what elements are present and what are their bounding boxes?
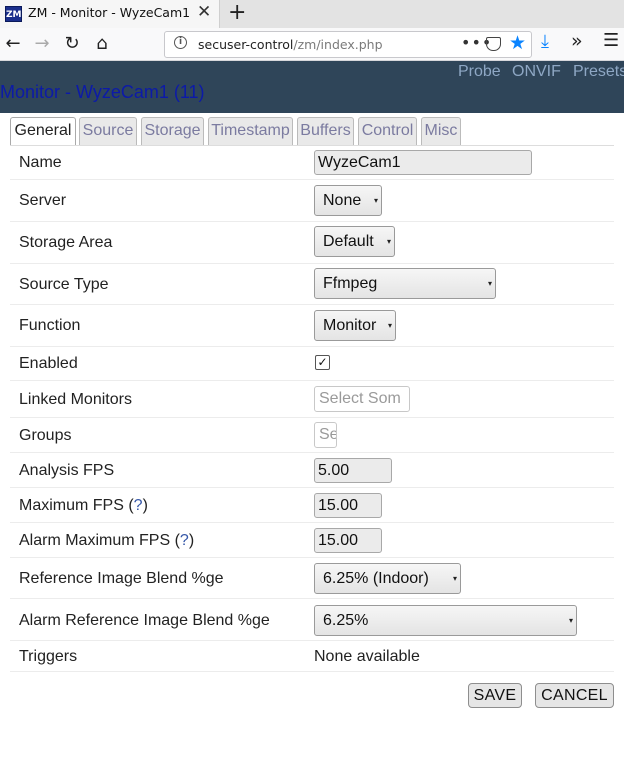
alarm-max-fps-input[interactable]: 15.00: [314, 528, 382, 553]
enabled-label: Enabled: [19, 355, 78, 372]
max-fps-row: Maximum FPS (?) 15.00: [10, 488, 614, 523]
app-header: Probe ONVIF Presets Monitor - WyzeCam1 (…: [0, 61, 624, 113]
storage-row: Storage Area Default ▾: [10, 222, 614, 264]
onvif-link[interactable]: ONVIF: [512, 63, 561, 81]
groups-label: Groups: [19, 427, 72, 444]
source-type-value: Ffmpeg: [323, 275, 378, 292]
alarm-max-fps-help-link[interactable]: ?: [180, 532, 189, 549]
download-icon[interactable]: ⤓: [541, 31, 549, 52]
analysis-fps-input[interactable]: 5.00: [314, 458, 392, 483]
function-value: Monitor: [323, 317, 377, 334]
alarm-ref-blend-select[interactable]: 6.25% ▾: [314, 605, 577, 636]
tab-timestamp[interactable]: Timestamp: [208, 117, 293, 145]
site-info-icon[interactable]: i: [174, 36, 187, 49]
back-icon[interactable]: ←: [2, 33, 24, 55]
function-label: Function: [19, 317, 81, 334]
enabled-row: Enabled ✓: [10, 347, 614, 381]
save-button[interactable]: SAVE: [468, 683, 522, 708]
page-title: Monitor - WyzeCam1 (11): [0, 82, 205, 102]
analysis-fps-label: Analysis FPS: [19, 462, 115, 479]
pocket-icon[interactable]: [486, 37, 501, 51]
name-row: Name WyzeCam1: [10, 146, 614, 180]
probe-link[interactable]: Probe: [458, 63, 501, 81]
source-type-label: Source Type: [19, 276, 109, 293]
cancel-button[interactable]: CANCEL: [535, 683, 614, 708]
ref-blend-row: Reference Image Blend %ge 6.25% (Indoor)…: [10, 558, 614, 599]
dropdown-arrow-icon: ▾: [452, 574, 457, 583]
bookmark-star-icon[interactable]: ★: [509, 32, 526, 54]
url-host: secuser-control: [198, 37, 294, 52]
dropdown-arrow-icon: ▾: [386, 237, 391, 246]
max-fps-label-close: ): [142, 497, 148, 514]
linked-monitors-row: Linked Monitors Select Som: [10, 381, 614, 418]
max-fps-label: Maximum FPS (?): [19, 497, 148, 515]
tab-misc[interactable]: Misc: [421, 117, 461, 145]
reload-icon[interactable]: ↻: [61, 33, 83, 55]
tab-general[interactable]: General: [10, 117, 76, 146]
analysis-fps-row: Analysis FPS 5.00: [10, 453, 614, 488]
alarm-max-fps-row: Alarm Maximum FPS (?) 15.00: [10, 523, 614, 558]
browser-tab-strip: ZM ZM - Monitor - WyzeCam1 ✕ +: [0, 0, 624, 28]
storage-select[interactable]: Default ▾: [314, 226, 395, 257]
dropdown-arrow-icon: ▾: [373, 196, 378, 205]
alarm-ref-blend-label: Alarm Reference Image Blend %ge: [19, 612, 270, 629]
checkmark-icon: ✓: [317, 355, 328, 369]
max-fps-label-text: Maximum FPS (: [19, 497, 134, 514]
tab-source[interactable]: Source: [79, 117, 137, 145]
zm-favicon-icon: ZM: [5, 6, 22, 22]
triggers-row: Triggers None available: [10, 641, 614, 672]
tab-buffers[interactable]: Buffers: [297, 117, 354, 145]
dropdown-arrow-icon: ▾: [568, 616, 573, 625]
tab-storage[interactable]: Storage: [141, 117, 204, 145]
dropdown-arrow-icon: ▾: [487, 279, 492, 288]
server-row: Server None ▾: [10, 180, 614, 222]
close-tab-icon[interactable]: ✕: [197, 2, 211, 22]
linked-monitors-input[interactable]: Select Som: [314, 386, 410, 412]
server-select[interactable]: None ▾: [314, 185, 382, 216]
function-row: Function Monitor ▾: [10, 305, 614, 347]
max-fps-help-link[interactable]: ?: [134, 497, 143, 514]
ref-blend-label: Reference Image Blend %ge: [19, 570, 224, 587]
home-icon[interactable]: ⌂: [91, 33, 113, 55]
new-tab-icon[interactable]: +: [228, 0, 246, 25]
function-select[interactable]: Monitor ▾: [314, 310, 396, 341]
ref-blend-select[interactable]: 6.25% (Indoor) ▾: [314, 563, 461, 594]
triggers-value: None available: [314, 648, 420, 665]
hamburger-menu-icon[interactable]: ☰: [603, 30, 619, 51]
alarm-max-fps-label-close: ): [188, 532, 195, 549]
browser-tab-title: ZM - Monitor - WyzeCam1: [28, 5, 191, 20]
dropdown-arrow-icon: ▾: [387, 321, 392, 330]
name-label: Name: [19, 154, 62, 171]
name-input[interactable]: WyzeCam1: [314, 150, 532, 175]
storage-value: Default: [323, 233, 374, 250]
forward-icon[interactable]: →: [31, 33, 53, 55]
presets-link[interactable]: Presets: [573, 63, 624, 81]
url-bar[interactable]: i secuser-control/zm/index.php ••• ★: [164, 31, 532, 58]
source-type-row: Source Type Ffmpeg ▾: [10, 264, 614, 305]
alarm-ref-blend-row: Alarm Reference Image Blend %ge 6.25% ▾: [10, 599, 614, 641]
source-type-select[interactable]: Ffmpeg ▾: [314, 268, 496, 299]
alarm-max-fps-label-text: Alarm Maximum FPS (: [19, 532, 180, 549]
tab-control[interactable]: Control: [358, 117, 417, 145]
enabled-checkbox[interactable]: ✓: [315, 355, 330, 370]
alarm-max-fps-label: Alarm Maximum FPS (?): [19, 532, 194, 550]
groups-row: Groups Se: [10, 418, 614, 453]
server-label: Server: [19, 192, 67, 209]
groups-input[interactable]: Se: [314, 422, 337, 448]
linked-monitors-label: Linked Monitors: [19, 391, 132, 408]
browser-toolbar: ← → ↻ ⌂ i secuser-control/zm/index.php •…: [0, 28, 624, 61]
storage-label: Storage Area: [19, 234, 113, 251]
ref-blend-value: 6.25% (Indoor): [323, 570, 429, 587]
alarm-ref-blend-value: 6.25%: [323, 612, 369, 629]
max-fps-input[interactable]: 15.00: [314, 493, 382, 518]
url-path: /zm/index.php: [293, 37, 383, 52]
server-value: None: [323, 192, 362, 209]
url-text[interactable]: secuser-control/zm/index.php: [198, 37, 383, 52]
browser-tab[interactable]: ZM ZM - Monitor - WyzeCam1 ✕: [0, 0, 220, 28]
overflow-icon[interactable]: »: [571, 30, 583, 52]
triggers-label: Triggers: [19, 648, 78, 665]
